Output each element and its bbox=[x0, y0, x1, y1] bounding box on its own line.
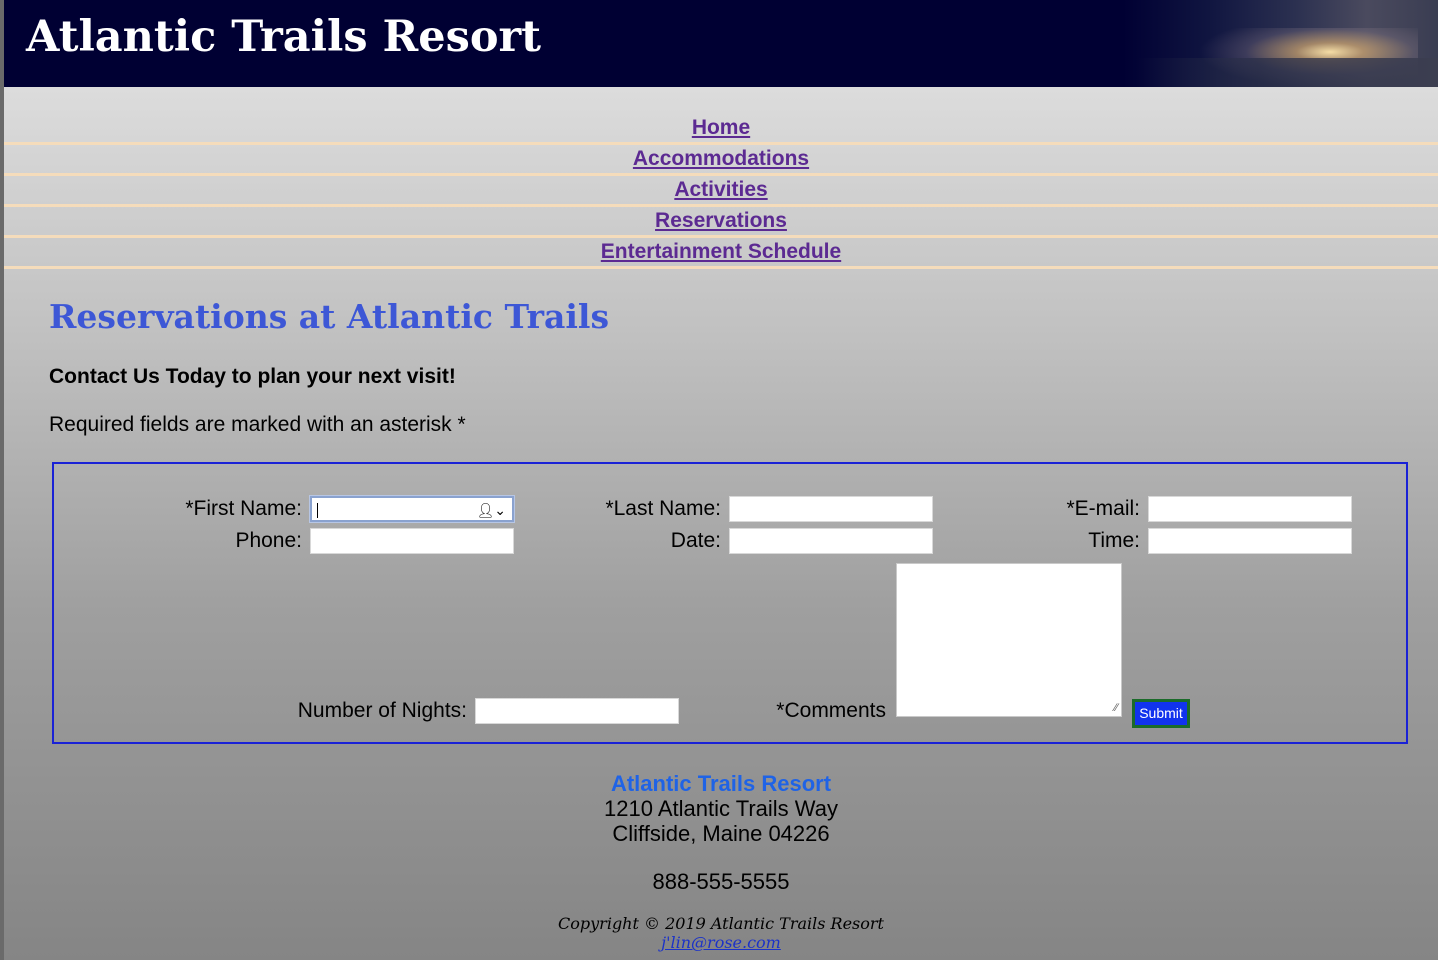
time-label: Time: bbox=[1088, 529, 1140, 552]
nav-row-activities: Activities bbox=[4, 176, 1438, 207]
footer-phone: 888-555-5555 bbox=[652, 869, 790, 894]
last-name-input[interactable] bbox=[729, 496, 933, 522]
copyright-notice: Copyright © 2019 Atlantic Trails Resort bbox=[558, 914, 884, 933]
page: Atlantic Trails Resort Home Accommodatio… bbox=[4, 0, 1438, 960]
email-label: *E-mail: bbox=[1066, 497, 1140, 520]
first-name-input[interactable]: 👤︎⌄ bbox=[310, 496, 514, 522]
submit-button[interactable]: Submit bbox=[1132, 699, 1190, 728]
nav-row-entertainment: Entertainment Schedule bbox=[4, 238, 1438, 269]
footer-email-link[interactable]: j'lin@rose.com bbox=[661, 933, 781, 952]
footer-resort-name: Atlantic Trails Resort bbox=[610, 771, 832, 796]
nav-row-home: Home bbox=[4, 114, 1438, 145]
comments-textarea[interactable]: ∕∕ bbox=[896, 563, 1122, 717]
date-label: Date: bbox=[670, 529, 721, 552]
time-input[interactable] bbox=[1148, 528, 1352, 554]
nav-row-reservations: Reservations bbox=[4, 207, 1438, 238]
page-heading: Reservations at Atlantic Trails bbox=[49, 297, 610, 336]
contact-autofill-icon[interactable]: 👤︎⌄ bbox=[476, 502, 506, 518]
resize-grip-icon[interactable]: ∕∕ bbox=[1114, 703, 1118, 714]
nights-label: Number of Nights: bbox=[297, 699, 467, 722]
nav-link-accommodations[interactable]: Accommodations bbox=[4, 145, 1438, 173]
nav-link-reservations[interactable]: Reservations bbox=[4, 207, 1438, 235]
nav-row-accommodations: Accommodations bbox=[4, 145, 1438, 176]
nav-link-entertainment-schedule[interactable]: Entertainment Schedule bbox=[4, 238, 1438, 266]
text-caret bbox=[317, 503, 318, 518]
phone-input[interactable] bbox=[310, 528, 514, 554]
main-nav: Home Accommodations Activities Reservati… bbox=[4, 114, 1438, 269]
required-fields-note: Required fields are marked with an aster… bbox=[49, 413, 466, 436]
date-input[interactable] bbox=[729, 528, 933, 554]
header-seascape bbox=[1138, 58, 1438, 87]
site-footer: Atlantic Trails Resort 1210 Atlantic Tra… bbox=[4, 771, 1438, 953]
tagline: Contact Us Today to plan your next visit… bbox=[49, 365, 456, 388]
phone-label: Phone: bbox=[235, 529, 302, 552]
site-header: Atlantic Trails Resort bbox=[4, 0, 1438, 87]
main-content: Home Accommodations Activities Reservati… bbox=[4, 87, 1438, 960]
email-input[interactable] bbox=[1148, 496, 1352, 522]
comments-label: *Comments bbox=[776, 699, 886, 722]
first-name-label: *First Name: bbox=[185, 497, 302, 520]
footer-address-line1: 1210 Atlantic Trails Way bbox=[604, 796, 838, 821]
reservation-form: *First Name: 👤︎⌄ *Last Name: *E-mail: Ph… bbox=[52, 462, 1408, 744]
nav-link-activities[interactable]: Activities bbox=[4, 176, 1438, 204]
site-title: Atlantic Trails Resort bbox=[26, 12, 542, 62]
nights-input[interactable] bbox=[475, 698, 679, 724]
last-name-label: *Last Name: bbox=[605, 497, 721, 520]
footer-address-line2: Cliffside, Maine 04226 bbox=[612, 821, 830, 846]
nav-link-home[interactable]: Home bbox=[4, 114, 1438, 142]
